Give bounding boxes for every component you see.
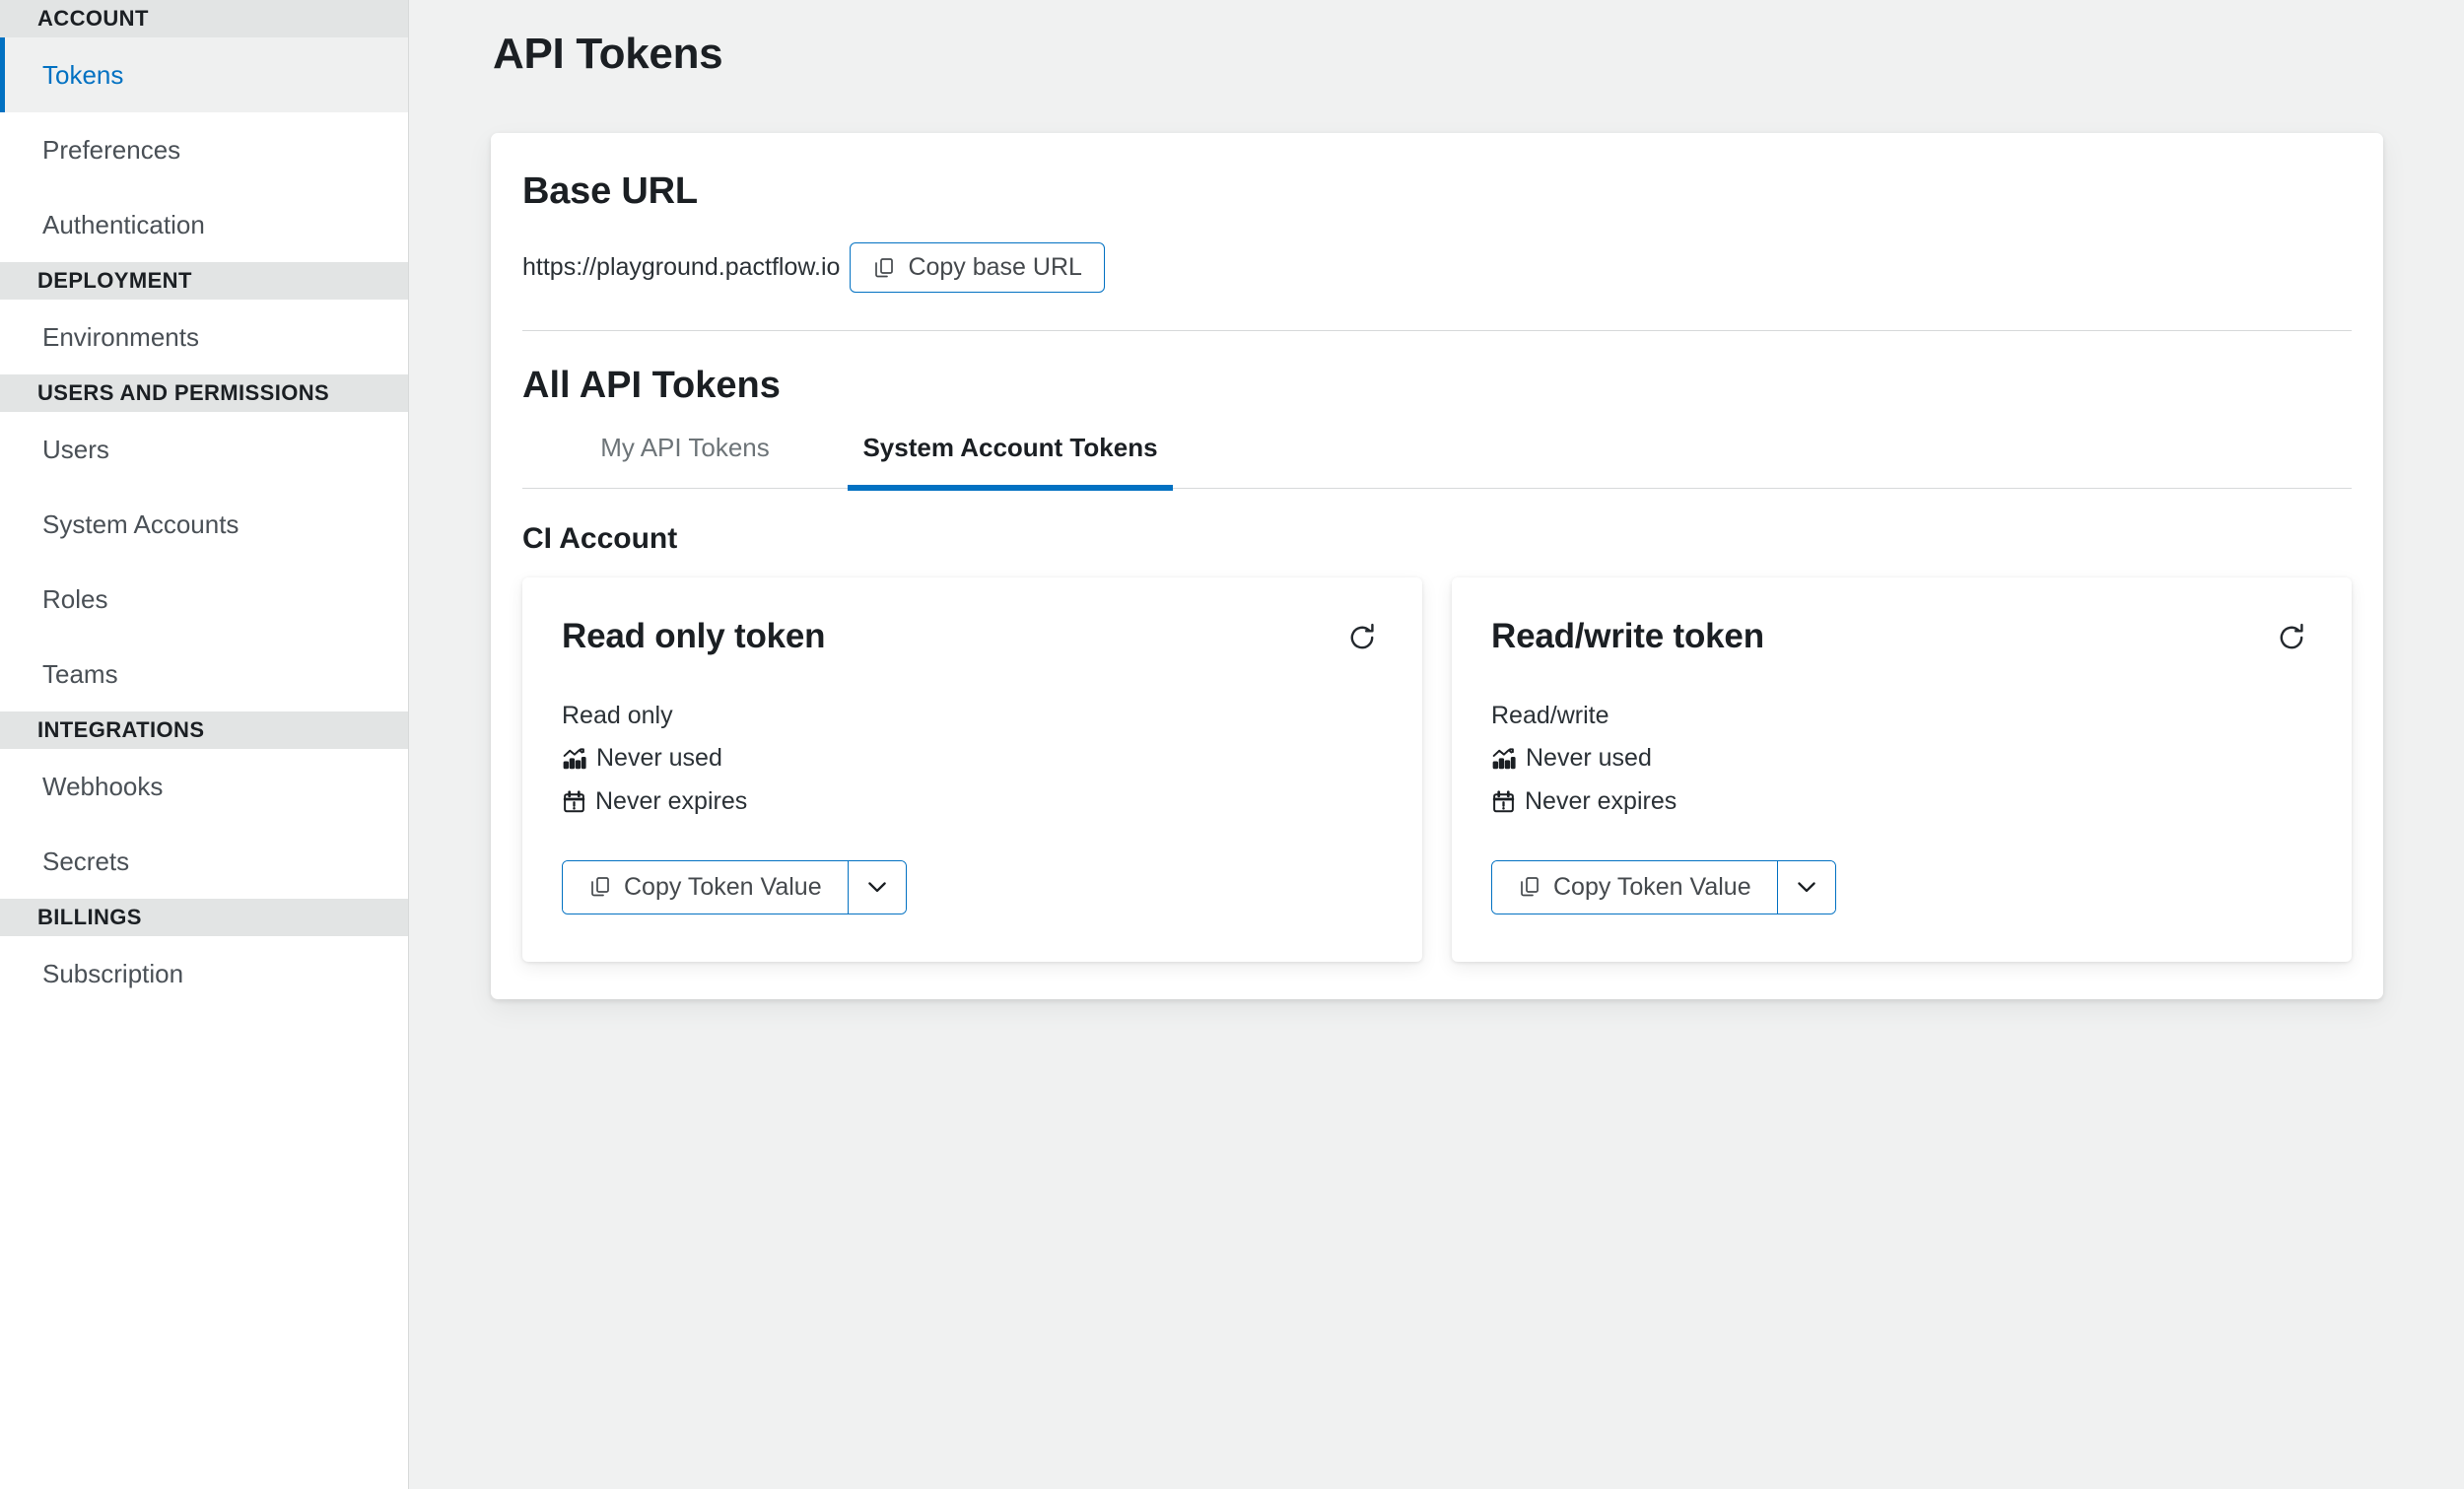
- copy-base-url-label: Copy base URL: [908, 253, 1082, 281]
- token-card: Read/write token Read/write Never used Neve…: [1452, 576, 2352, 962]
- sidebar-item-label: Secrets: [42, 846, 130, 876]
- copy-token-value-button[interactable]: Copy Token Value: [1492, 860, 1778, 914]
- calendar-alert-icon: [1491, 789, 1516, 814]
- copy-token-value-label: Copy Token Value: [624, 872, 822, 901]
- sidebar-item-roles[interactable]: Roles: [0, 562, 408, 637]
- sidebar-item-secrets[interactable]: Secrets: [0, 824, 408, 899]
- regenerate-token-button[interactable]: [2271, 617, 2312, 658]
- copy-base-url-button[interactable]: Copy base URL: [850, 242, 1105, 293]
- token-tabs: My API Tokens System Account Tokens: [522, 433, 2352, 491]
- token-expiry: Never expires: [595, 787, 748, 815]
- calendar-alert-icon: [562, 789, 586, 814]
- sidebar-item-system-accounts[interactable]: System Accounts: [0, 487, 408, 562]
- sidebar-item-label: Roles: [42, 583, 108, 614]
- token-card: Read only token Read only Never used Never …: [522, 576, 1422, 962]
- sidebar-item-subscription[interactable]: Subscription: [0, 936, 408, 1011]
- all-api-tokens-heading: All API Tokens: [522, 365, 781, 406]
- sidebar-item-label: Users: [42, 434, 109, 464]
- sidebar-item-label: Environments: [42, 321, 199, 352]
- sidebar-item-authentication[interactable]: Authentication: [0, 187, 408, 262]
- token-scope: Read only: [562, 701, 673, 729]
- sidebar-item-preferences[interactable]: Preferences: [0, 112, 408, 187]
- base-url-heading: Base URL: [522, 170, 698, 212]
- copy-token-options-button[interactable]: [848, 860, 906, 914]
- sidebar-item-label: Authentication: [42, 209, 205, 239]
- settings-sidebar: ACCOUNT Tokens Preferences Authentication DE…: [0, 0, 409, 1489]
- sidebar-item-tokens[interactable]: Tokens: [0, 37, 408, 112]
- token-meta: Read only Never used Never expires: [562, 700, 1383, 819]
- chart-icon: [562, 746, 587, 772]
- sidebar-item-users[interactable]: Users: [0, 412, 408, 487]
- tokens-panel: Base URL https://playground.pactflow.io …: [491, 133, 2383, 999]
- sidebar-section-deployment: DEPLOYMENT: [0, 262, 408, 300]
- sidebar-item-label: Teams: [42, 658, 118, 689]
- base-url-row: https://playground.pactflow.io Copy base…: [522, 242, 2352, 331]
- token-card-header: Read/write token: [1491, 617, 2312, 658]
- tab-my-api-tokens[interactable]: My API Tokens: [522, 433, 848, 491]
- sidebar-item-label: Subscription: [42, 958, 184, 988]
- copy-icon: [1518, 875, 1541, 899]
- copy-token-split-button: Copy Token Value: [1491, 859, 1836, 914]
- base-url-value: https://playground.pactflow.io: [522, 253, 841, 281]
- token-meta: Read/write Never used Never expires: [1491, 700, 2312, 819]
- token-title: Read only token: [562, 616, 826, 655]
- token-expiry: Never expires: [1525, 787, 1677, 815]
- chevron-down-icon: [1793, 873, 1820, 901]
- token-expiry-line: Never expires: [562, 785, 1383, 819]
- copy-icon: [872, 256, 896, 280]
- sidebar-item-label: Tokens: [42, 59, 124, 90]
- sidebar-item-teams[interactable]: Teams: [0, 637, 408, 711]
- copy-token-split-button: Copy Token Value: [562, 859, 907, 914]
- chevron-down-icon: [863, 873, 891, 901]
- token-last-used-line: Never used: [562, 742, 1383, 776]
- token-scope: Read/write: [1491, 701, 1609, 729]
- token-card-header: Read only token: [562, 617, 1383, 658]
- refresh-icon: [2275, 621, 2308, 654]
- sidebar-section-billings: BILLINGS: [0, 899, 408, 936]
- token-expiry-line: Never expires: [1491, 785, 2312, 819]
- token-title: Read/write token: [1491, 616, 1764, 655]
- token-cards-container: Read only token Read only Never used Never …: [522, 576, 2352, 962]
- sidebar-item-environments[interactable]: Environments: [0, 300, 408, 374]
- sidebar-section-account: ACCOUNT: [0, 0, 408, 37]
- main-content: API Tokens Base URL https://playground.p…: [409, 0, 2464, 1489]
- tab-label: System Account Tokens: [862, 433, 1158, 462]
- regenerate-token-button[interactable]: [1341, 617, 1383, 658]
- sidebar-item-label: Preferences: [42, 134, 181, 165]
- tab-system-account-tokens[interactable]: System Account Tokens: [848, 433, 1173, 491]
- copy-icon: [588, 875, 612, 899]
- token-scope-line: Read only: [562, 700, 1383, 733]
- token-last-used: Never used: [596, 744, 722, 773]
- sidebar-item-webhooks[interactable]: Webhooks: [0, 749, 408, 824]
- system-account-name: CI Account: [522, 521, 678, 555]
- refresh-icon: [1345, 621, 1379, 654]
- sidebar-item-label: System Accounts: [42, 508, 240, 539]
- copy-token-value-button[interactable]: Copy Token Value: [563, 860, 849, 914]
- sidebar-item-label: Webhooks: [42, 771, 164, 801]
- token-last-used: Never used: [1526, 744, 1652, 773]
- sidebar-section-integrations: INTEGRATIONS: [0, 711, 408, 749]
- token-last-used-line: Never used: [1491, 742, 2312, 776]
- app-root: ACCOUNT Tokens Preferences Authentication DE…: [0, 0, 2464, 1489]
- sidebar-section-users-and-permissions: USERS AND PERMISSIONS: [0, 374, 408, 412]
- tab-label: My API Tokens: [600, 433, 770, 462]
- copy-token-value-label: Copy Token Value: [1553, 872, 1751, 901]
- page-title: API Tokens: [493, 30, 723, 78]
- token-scope-line: Read/write: [1491, 700, 2312, 733]
- copy-token-options-button[interactable]: [1777, 860, 1835, 914]
- chart-icon: [1491, 746, 1517, 772]
